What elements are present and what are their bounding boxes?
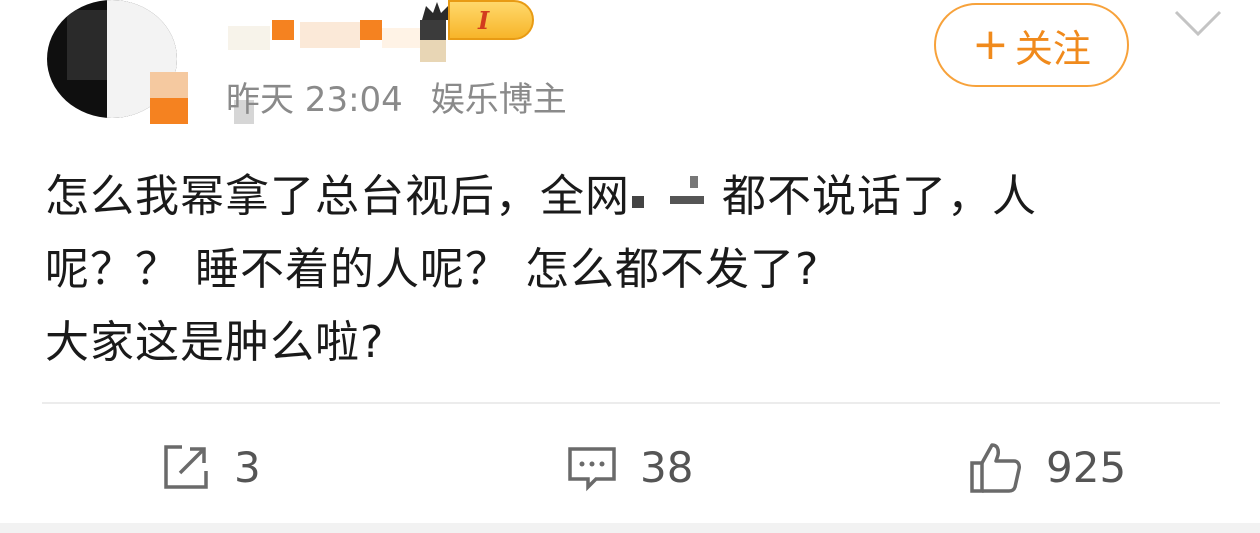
comment-button[interactable]: 38: [566, 430, 693, 504]
like-count: 925: [1046, 442, 1127, 492]
bottom-separator: [0, 523, 1260, 533]
like-button[interactable]: 925: [968, 430, 1126, 504]
repost-count: 3: [234, 442, 261, 492]
vip-level-label: I: [478, 6, 490, 35]
content-line-2: 呢？？ 睡不着的人呢？ 怎么都不发了?: [45, 244, 820, 295]
user-tag: 娱乐博主: [430, 80, 567, 120]
post-meta: 昨天 23:04 娱乐博主: [226, 72, 567, 121]
share-icon: [164, 445, 208, 489]
repost-button[interactable]: 3: [160, 430, 261, 504]
content-line-1: 怎么我幂拿了总台视后，全网 都不说话了，人: [45, 171, 1037, 222]
weibo-post: I 昨天 23:04 娱乐博主 + 关注 怎么我幂拿了总台视后，全网 都不说话了，人…: [0, 0, 1260, 533]
comment-icon: [568, 447, 616, 492]
censored-mosaic: [630, 176, 722, 222]
timestamp: 昨天 23:04: [226, 80, 403, 120]
comment-count: 38: [640, 442, 694, 492]
post-content: 怎么我幂拿了总台视后，全网 都不说话了，人 呢？？ 睡不着的人呢？ 怎么都不发了?…: [45, 160, 1235, 379]
content-line-3: 大家这是肿么啦?: [45, 317, 385, 368]
plus-icon: +: [972, 19, 1009, 70]
thumbs-up-icon: [970, 443, 1021, 493]
follow-label: 关注: [1014, 26, 1091, 71]
follow-button[interactable]: + 关注: [934, 3, 1129, 87]
chevron-down-icon[interactable]: [1172, 4, 1224, 44]
vip-badge[interactable]: I: [448, 0, 534, 40]
divider: [42, 402, 1220, 404]
action-bar: 3 38 925: [0, 430, 1260, 504]
